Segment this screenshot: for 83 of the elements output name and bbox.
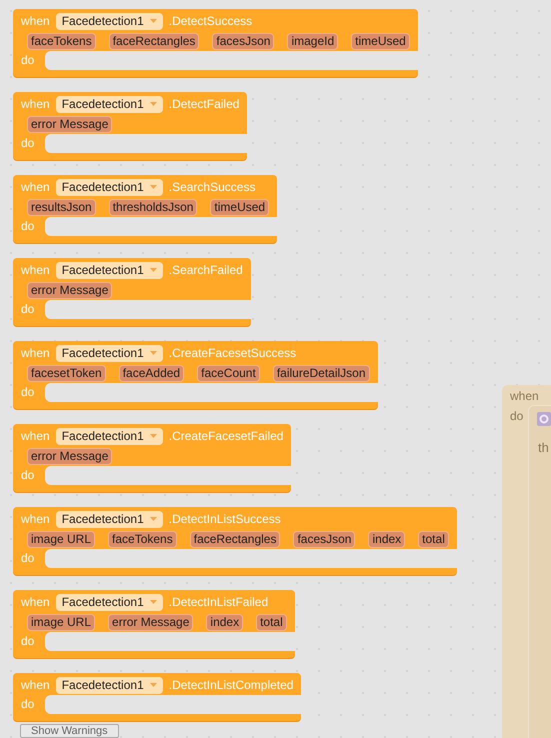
parameter-chip[interactable]: faceCount [197, 364, 260, 382]
parameter-chip[interactable]: index [368, 530, 406, 548]
do-label: do [20, 135, 36, 152]
parameter-chip[interactable]: thresholdsJson [108, 198, 198, 216]
caret-icon [150, 19, 157, 23]
parameter-chip[interactable]: total [418, 530, 449, 548]
event-name: .CreateFacesetFailed [168, 429, 284, 443]
caret-icon [150, 102, 157, 106]
caret-icon [150, 434, 157, 438]
caret-icon [150, 351, 157, 355]
parameter-chip[interactable]: resultsJson [27, 198, 96, 216]
event-name: .DetectFailed [168, 97, 240, 111]
parameter-chip[interactable]: error Message [27, 116, 112, 132]
parameter-chip[interactable]: faceAdded [118, 364, 184, 382]
keyword-label: when [21, 678, 50, 692]
parameter-chip[interactable]: faceRectangles [108, 32, 200, 50]
event-block[interactable]: when Facedetection1 .SearchSuccess resultsJson thresholdsJson timeUsed do [13, 175, 278, 243]
component-dropdown[interactable]: Facedetection1 [56, 594, 163, 610]
component-dropdown[interactable]: Facedetection1 [56, 510, 163, 528]
event-name: .SearchFailed [168, 263, 243, 277]
do-label: do [20, 467, 36, 484]
event-block[interactable]: when Facedetection1 .CreateFacesetSuccess facesetToken faceAdded faceCount failureDetailJson do [13, 341, 378, 409]
parameter-chip[interactable]: imageId [287, 32, 338, 50]
event-block[interactable]: when Facedetection1 .DetectInListSuccess image URL faceTokens faceRectangles facesJson index total do [13, 507, 457, 575]
do-label: do [20, 633, 36, 650]
component-dropdown[interactable]: Facedetection1 [56, 676, 163, 694]
keyword-label: when [21, 346, 50, 360]
parameter-chip[interactable]: timeUsed [351, 32, 410, 50]
parameter-chip[interactable]: facesJson [293, 530, 356, 548]
caret-icon [150, 517, 157, 521]
parameter-chip[interactable]: faceTokens [27, 32, 96, 50]
caret-icon [150, 185, 157, 189]
event-block[interactable]: when Facedetection1 .DetectSuccess faceTokens faceRectangles facesJson imageId timeUsed do [13, 9, 418, 77]
event-name: .DetectSuccess [168, 14, 252, 28]
keyword-label: when [21, 595, 50, 609]
component-dropdown[interactable]: Facedetection1 [56, 262, 163, 278]
parameter-chip[interactable]: faceRectangles [190, 530, 280, 548]
event-block[interactable]: when Facedetection1 .SearchFailed error Message do [13, 258, 251, 326]
component-dropdown[interactable]: Facedetection1 [56, 344, 163, 362]
parameter-chip[interactable]: facesetToken [27, 364, 106, 382]
keyword-label: when [21, 429, 50, 443]
event-name: .CreateFacesetSuccess [168, 346, 296, 360]
keyword-label: when [21, 512, 50, 526]
parameter-chip[interactable]: total [256, 614, 287, 630]
do-label: do [20, 52, 36, 69]
event-block[interactable]: when Facedetection1 .DetectInListCompleted do [13, 673, 302, 721]
keyword-label: when [21, 180, 50, 194]
parameter-chip[interactable]: index [206, 614, 244, 630]
event-name: .DetectInListSuccess [168, 512, 281, 526]
component-dropdown[interactable]: Facedetection1 [56, 428, 163, 444]
parameter-chip[interactable]: failureDetailJson [272, 364, 370, 382]
do-label: do [20, 550, 36, 567]
parameter-chip[interactable]: error Message [27, 282, 112, 298]
event-name: .SearchSuccess [168, 180, 256, 194]
caret-icon [150, 268, 157, 272]
keyword-label: when [21, 263, 50, 277]
do-label: do [20, 384, 36, 401]
parameter-chip[interactable]: image URL [27, 614, 96, 630]
do-label: do [510, 409, 524, 423]
event-name: .DetectInListCompleted [168, 678, 294, 692]
event-block[interactable]: when Facedetection1 .DetectInListFailed image URL error Message index total do [13, 590, 295, 658]
do-label: do [20, 696, 36, 713]
component-dropdown[interactable]: Facedetection1 [56, 178, 163, 196]
caret-icon [150, 683, 157, 687]
parameter-chip[interactable]: faceTokens [108, 530, 177, 548]
parameter-chip[interactable]: timeUsed [210, 198, 270, 216]
parameter-chip[interactable]: image URL [27, 530, 96, 548]
block-text: th [538, 440, 549, 455]
caret-icon [150, 600, 157, 604]
event-name: .DetectInListFailed [168, 595, 268, 609]
do-label: do [20, 218, 36, 235]
parameter-chip[interactable]: error Message [108, 614, 194, 630]
keyword-label: when [510, 389, 539, 403]
event-block[interactable]: when Facedetection1 .CreateFacesetFailed error Message do [13, 424, 292, 492]
do-label: do [20, 301, 36, 318]
keyword-label: when [21, 97, 50, 111]
show-warnings-button[interactable]: Show Warnings [20, 724, 119, 738]
component-dropdown[interactable]: Facedetection1 [56, 96, 163, 112]
keyword-label: when [21, 14, 50, 28]
component-dropdown[interactable]: Facedetection1 [56, 12, 163, 30]
event-block[interactable]: when Facedetection1 .DetectFailed error Message do [13, 92, 248, 160]
parameter-chip[interactable]: facesJson [212, 32, 274, 50]
parameter-chip[interactable]: error Message [27, 448, 112, 464]
